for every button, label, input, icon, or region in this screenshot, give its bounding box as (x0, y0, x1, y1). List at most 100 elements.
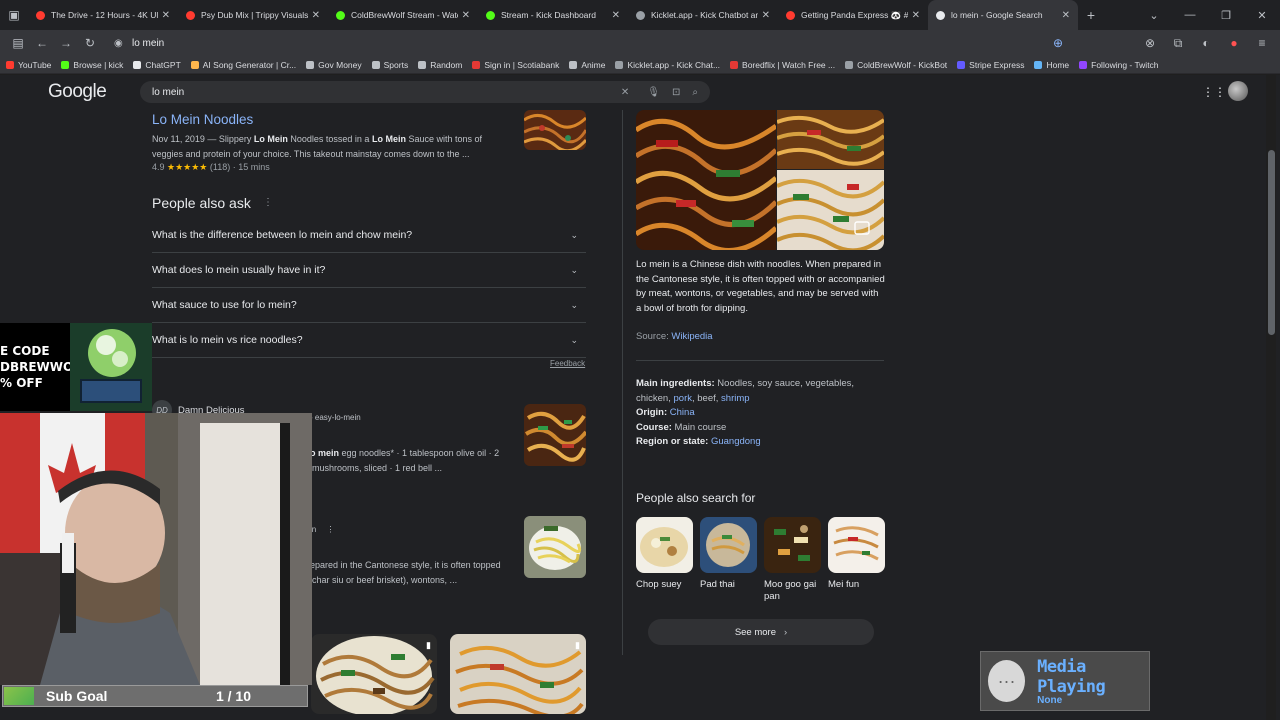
see-more-button[interactable]: See more › (648, 619, 874, 645)
close-tab-icon[interactable]: ✕ (762, 10, 770, 21)
bookmark-icon[interactable]: ▮ (575, 640, 580, 651)
browser-tab[interactable]: Psy Dub Mix | Trippy Visuals + M ✕ (178, 0, 328, 30)
bookmark-item[interactable]: Random (418, 60, 462, 70)
bookmark-item[interactable]: Browse | kick (61, 60, 123, 70)
bookmark-item[interactable]: Stripe Express (957, 60, 1024, 70)
see-more-label: See more (734, 626, 776, 638)
search-icon[interactable]: ⌕ (692, 87, 698, 98)
voice-search-icon[interactable]: 🎙 (647, 87, 660, 98)
clear-icon[interactable]: ✕ (621, 87, 629, 98)
bookmark-label: Boredflix | Watch Free ... (742, 59, 836, 70)
kp-image[interactable] (777, 170, 884, 250)
region-link[interactable]: Guangdong (711, 436, 761, 447)
extensions-puzzle-icon[interactable]: ⧉ (1166, 32, 1190, 54)
close-tab-icon[interactable]: ✕ (162, 10, 170, 21)
site-info-icon[interactable]: ◉ (114, 38, 132, 49)
bookmarks-bar: YouTube Browse | kick ChatGPT AI Song Gener… (0, 56, 1280, 74)
bookmark-icon[interactable]: ▮ (426, 640, 431, 651)
browser-tab[interactable]: lo mein - Google Search ✕ (928, 0, 1078, 30)
back-button[interactable]: ← (30, 32, 54, 54)
result-breadcrumb: in ⋮ (310, 525, 334, 534)
pork-link[interactable]: pork (674, 393, 692, 404)
google-logo[interactable]: Google (48, 81, 107, 103)
tab-favicon-icon (186, 10, 195, 20)
bookmark-label: AI Song Generator | Cr... (202, 59, 297, 70)
fact-key: Course: (636, 421, 672, 433)
more-options-icon[interactable]: ⋮ (263, 197, 273, 208)
minimize-button[interactable]: — (1172, 9, 1208, 21)
browser-tab[interactable]: Kicklet.app - Kick Chatbot and C ✕ (628, 0, 778, 30)
bookmark-item[interactable]: Home (1034, 60, 1069, 70)
notification-icon[interactable]: ● (1222, 32, 1246, 54)
image-result[interactable]: ▮ (450, 634, 586, 714)
translate-icon[interactable]: ⊕ (1046, 32, 1070, 54)
browser-tab[interactable]: Stream - Kick Dashboard ✕ (478, 0, 628, 30)
paa-question[interactable]: What sauce to use for lo mein? ⌄ (152, 288, 586, 323)
new-tab-button[interactable]: + (1078, 7, 1104, 23)
pas-card[interactable]: Pad thai (700, 517, 757, 591)
close-tab-icon[interactable]: ✕ (1062, 10, 1070, 21)
browser-tab[interactable]: The Drive - 12 Hours - 4K Ultra ✕ (28, 0, 178, 30)
avatar[interactable] (1228, 81, 1248, 101)
wikipedia-link[interactable]: Wikipedia (671, 331, 712, 342)
browser-tab[interactable]: Getting Panda Express 🐼 #pan ✕ (778, 0, 928, 30)
vpn-icon[interactable]: ◐ (1194, 32, 1218, 54)
shrimp-link[interactable]: shrimp (721, 393, 750, 404)
pas-card[interactable]: Moo goo gai pan (764, 517, 821, 603)
search-input[interactable]: lo mein (152, 87, 609, 98)
origin-link[interactable]: China (670, 407, 695, 418)
maximize-button[interactable]: ❐ (1208, 9, 1244, 22)
close-tab-icon[interactable]: ✕ (912, 10, 920, 21)
result-snippet: epared in the Cantonese style, it is oft… (310, 560, 501, 570)
media-text: Media Playing None (1037, 657, 1149, 706)
more-options-icon[interactable]: ⋮ (326, 525, 334, 534)
tab-actions-icon[interactable]: ▣ (0, 0, 28, 30)
tab-search-icon[interactable]: ⌄ (1136, 9, 1172, 22)
result-thumbnail[interactable] (524, 404, 586, 466)
bookmark-item[interactable]: Sign in | Scotiabank (472, 60, 559, 70)
lens-icon[interactable]: ⊡ (672, 87, 680, 98)
result-thumbnail[interactable] (524, 110, 586, 150)
bookmark-item[interactable]: Anime (569, 60, 605, 70)
pas-card[interactable]: Chop suey (636, 517, 693, 591)
close-tab-icon[interactable]: ✕ (612, 10, 620, 21)
fact-course: Course: Main course (636, 421, 886, 436)
bookmark-item[interactable]: Following - Twitch (1079, 60, 1159, 70)
address-bar[interactable]: ◉ lo mein (108, 32, 1046, 54)
bookmark-item[interactable]: Gov Money (306, 60, 362, 70)
kp-main-image[interactable] (636, 110, 776, 250)
result-title[interactable]: Lo Mein Noodles (152, 112, 253, 127)
bookmark-label: Sign in | Scotiabank (484, 59, 560, 70)
bookmark-favicon-icon (472, 60, 481, 69)
scrollbar-thumb[interactable] (1268, 150, 1275, 335)
paa-question[interactable]: What is lo mein vs rice noodles? ⌄ (152, 323, 586, 358)
pas-card[interactable]: Mei fun (828, 517, 885, 591)
extension-icon[interactable]: ⊗ (1138, 32, 1162, 54)
search-box[interactable]: lo mein ✕ 🎙 ⊡ ⌕ (140, 81, 710, 103)
page-scrollbar[interactable] (1266, 75, 1276, 720)
bookmark-item[interactable]: Sports (371, 60, 408, 70)
fact-value: chicken, (636, 392, 674, 404)
chevron-right-icon: › (784, 626, 788, 638)
forward-button[interactable]: → (54, 32, 78, 54)
bookmark-item[interactable]: Boredflix | Watch Free ... (730, 60, 835, 70)
bookmark-item[interactable]: ChatGPT (133, 60, 181, 70)
close-tab-icon[interactable]: ✕ (462, 10, 470, 21)
paa-question[interactable]: What is the difference between lo mein a… (152, 218, 586, 253)
close-window-button[interactable]: ✕ (1244, 9, 1280, 22)
bookmark-item[interactable]: ColdBrewWolf - KickBot (845, 60, 947, 70)
bookmark-item[interactable]: Kicklet.app - Kick Chat... (615, 60, 720, 70)
bookmark-item[interactable]: YouTube (6, 60, 51, 70)
reload-button[interactable]: ↻ (78, 32, 102, 54)
menu-icon[interactable]: ≡ (1250, 32, 1274, 54)
close-tab-icon[interactable]: ✕ (312, 10, 320, 21)
kp-image[interactable] (777, 110, 884, 169)
bookmark-item[interactable]: AI Song Generator | Cr... (190, 59, 297, 70)
feedback-link[interactable]: Feedback (550, 359, 585, 368)
sidebar-icon[interactable]: ▤ (6, 32, 30, 54)
fact-key: Main ingredients: (636, 378, 715, 389)
image-result[interactable]: ▮ (311, 634, 437, 714)
result-thumbnail[interactable] (524, 516, 586, 578)
paa-question[interactable]: What does lo mein usually have in it? ⌄ (152, 253, 586, 288)
browser-tab[interactable]: ColdBrewWolf Stream - Watch Li ✕ (328, 0, 478, 30)
